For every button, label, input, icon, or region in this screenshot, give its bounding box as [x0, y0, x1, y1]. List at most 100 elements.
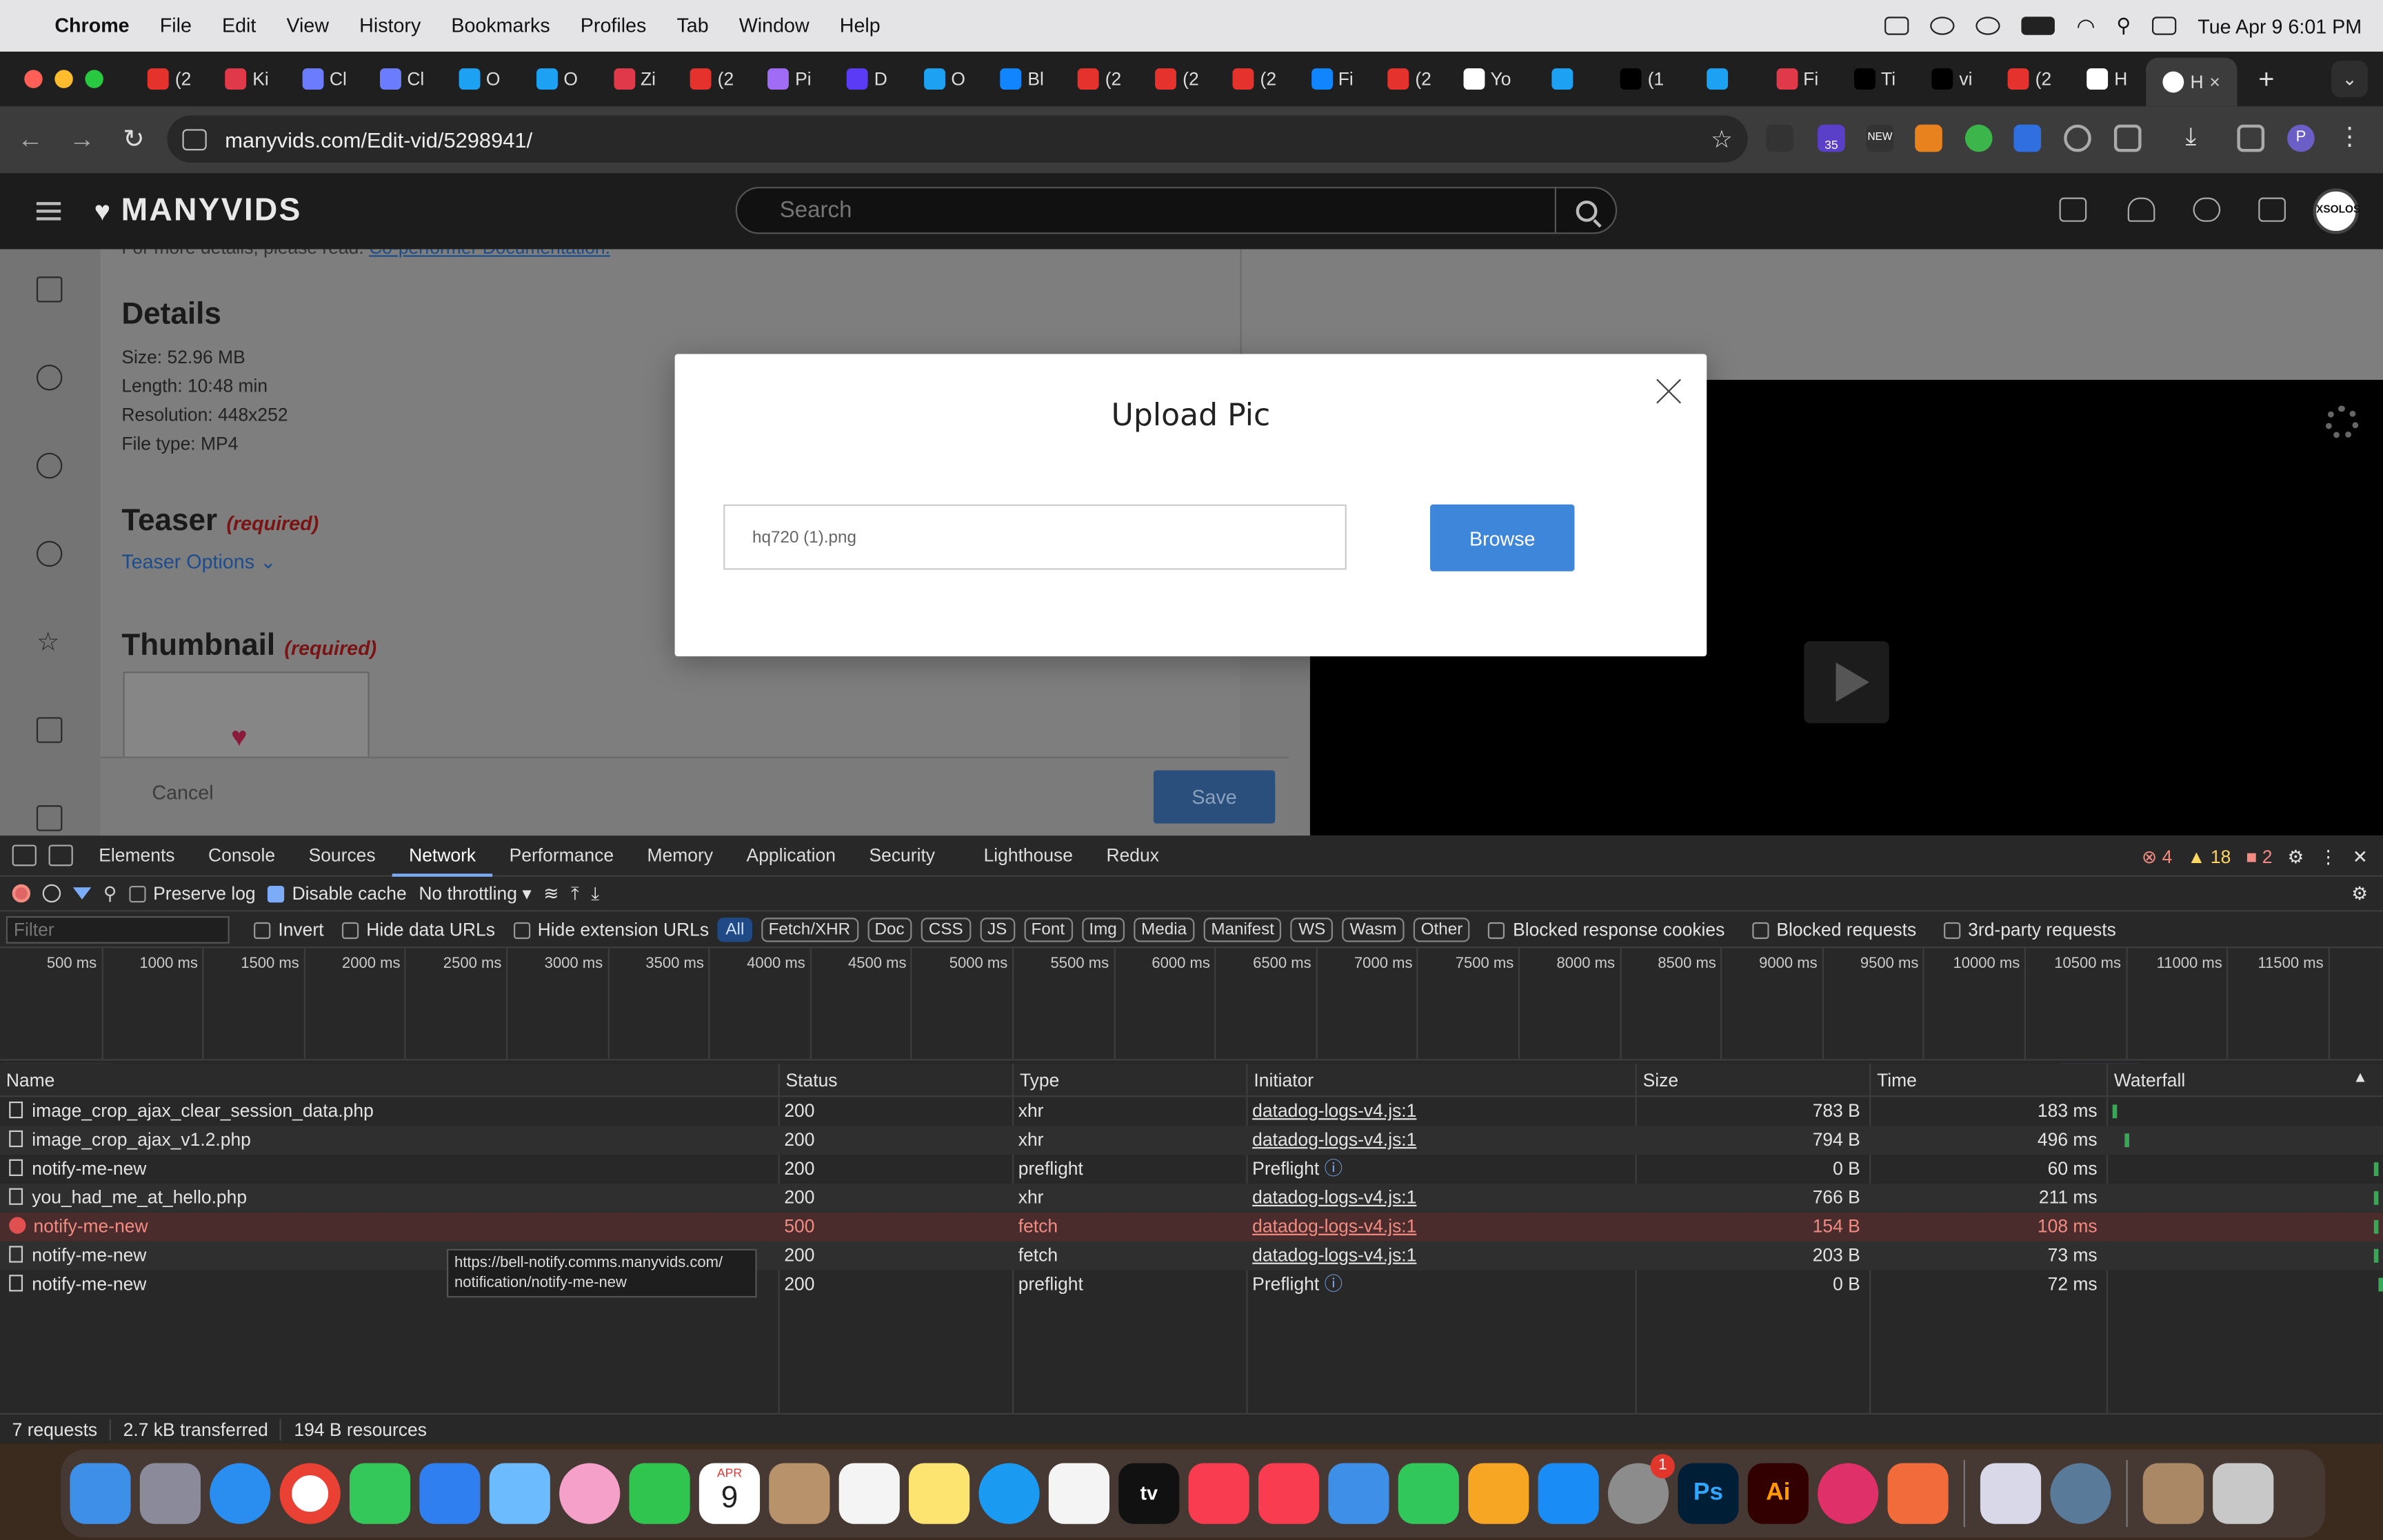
menubar-datetime[interactable]: Tue Apr 9 6:01 PM [2198, 14, 2362, 37]
extension-crown-icon[interactable] [1766, 124, 1793, 152]
type-filter-css[interactable]: CSS [921, 917, 971, 942]
error-count[interactable]: ⊗ 4 [2142, 846, 2172, 867]
browser-tab[interactable]: (2 [1216, 58, 1293, 101]
trophy-icon[interactable] [36, 805, 63, 831]
type-filter-js[interactable]: JS [979, 917, 1015, 942]
export-har-icon[interactable]: ⤓ [591, 882, 599, 904]
type-filter-media[interactable]: Media [1134, 917, 1195, 942]
menu-window[interactable]: Window [724, 0, 825, 52]
skype-icon[interactable] [978, 1463, 1040, 1524]
player-settings-gear-icon[interactable] [2325, 405, 2359, 439]
reload-icon[interactable]: ↻ [112, 125, 155, 155]
request-initiator[interactable]: datadog-logs-v4.js:1 [1246, 1213, 1632, 1242]
site-info-icon[interactable] [182, 128, 207, 150]
browser-tab[interactable]: (2 [131, 58, 208, 101]
browser-tab[interactable]: (2 [673, 58, 750, 101]
notification-bell-icon[interactable] [2127, 197, 2155, 222]
browser-tab[interactable]: O [441, 58, 518, 101]
keynote-icon[interactable] [1328, 1463, 1389, 1524]
warning-count[interactable]: ▲ 18 [2187, 846, 2231, 867]
type-filter-wasm[interactable]: Wasm [1342, 917, 1405, 942]
apple-tv-icon[interactable]: tv [1118, 1463, 1180, 1524]
browser-tab[interactable]: (2 [1060, 58, 1138, 101]
search-network-icon[interactable]: ⚲ [103, 883, 117, 904]
user-avatar[interactable]: XSOLOS [2313, 188, 2360, 234]
upload-video-icon[interactable] [2059, 197, 2087, 222]
preflight-info-icon[interactable]: ⓘ [1319, 1158, 1343, 1179]
earnings-icon[interactable] [36, 452, 63, 479]
menu-profiles[interactable]: Profiles [565, 0, 662, 52]
quicktime-icon[interactable] [2050, 1463, 2111, 1524]
type-filter-other[interactable]: Other [1413, 917, 1471, 942]
battery-icon[interactable] [2022, 17, 2055, 35]
browser-tab[interactable]: Cl [285, 58, 363, 101]
music-icon[interactable] [1188, 1463, 1249, 1524]
browser-tab[interactable]: vi [1913, 58, 1991, 101]
menu-view[interactable]: View [271, 0, 344, 52]
extension-target-icon[interactable] [2064, 124, 2091, 152]
browser-tab[interactable]: Fi [1758, 58, 1836, 101]
control-center-icon[interactable] [2152, 17, 2177, 35]
devtools-more-icon[interactable]: ⋮ [2319, 846, 2337, 867]
disable-cache-checkbox[interactable]: Disable cache [268, 883, 407, 904]
type-filter-ws[interactable]: WS [1291, 917, 1334, 942]
extension-badge-icon[interactable]: 35 [1818, 124, 1845, 152]
documentation-link[interactable]: Co-performer Documentation. [369, 249, 610, 258]
column-initiator[interactable]: Initiator [1246, 1063, 1635, 1097]
wifi-icon[interactable]: ◠ [2077, 13, 2095, 39]
devtools-settings-gear-icon[interactable]: ⚙ [2288, 846, 2304, 867]
search-button[interactable] [1554, 188, 1616, 233]
type-filter-doc[interactable]: Doc [867, 917, 912, 942]
browser-menu-icon[interactable]: ⋮ [2337, 125, 2365, 152]
extensions-puzzle-icon[interactable] [2113, 124, 2142, 152]
calendar-icon[interactable]: APR 9 [698, 1463, 761, 1524]
browser-tab[interactable]: Yo [1449, 58, 1526, 101]
finder-icon[interactable] [70, 1463, 131, 1524]
messages-icon[interactable] [2193, 197, 2221, 222]
clear-icon[interactable] [42, 884, 61, 903]
home-icon[interactable] [36, 276, 63, 303]
close-tab-icon[interactable]: × [2209, 72, 2220, 93]
numbers-icon[interactable] [1398, 1463, 1459, 1524]
reminders-icon[interactable] [838, 1463, 900, 1524]
network-settings-gear-icon[interactable]: ⚙ [2351, 883, 2368, 904]
cancel-button[interactable]: Cancel [152, 781, 213, 804]
type-filter-all[interactable]: All [718, 917, 752, 942]
devtools-tab-console[interactable]: Console [192, 835, 292, 876]
minimize-window-button[interactable] [54, 70, 73, 88]
teaser-options-link[interactable]: Teaser Options ⌄ [121, 550, 276, 574]
invert-checkbox[interactable]: Invert [254, 918, 324, 940]
chrome-icon[interactable] [279, 1463, 341, 1524]
maps-icon[interactable] [489, 1463, 550, 1524]
thumbnail-preview[interactable]: ♥ [123, 671, 370, 763]
third-party-checkbox[interactable]: 3rd-party requests [1943, 918, 2116, 940]
devtools-tab-redux[interactable]: Redux [1089, 835, 1176, 876]
menu-help[interactable]: Help [825, 0, 896, 52]
mail-icon[interactable] [419, 1463, 481, 1524]
request-row[interactable]: notify-me-new 200 preflight Preflight ⓘ 0 B 6… [0, 1155, 2383, 1184]
preserve-log-checkbox[interactable]: Preserve log [128, 883, 256, 904]
hamburger-menu-icon[interactable] [36, 202, 61, 221]
status-app-icon[interactable] [1884, 17, 1910, 35]
close-window-button[interactable] [24, 70, 43, 88]
launchpad-icon[interactable] [139, 1463, 201, 1524]
menu-history[interactable]: History [344, 0, 436, 52]
preflight-info-icon[interactable]: ⓘ [1319, 1273, 1343, 1295]
browser-tab[interactable]: Bl [983, 58, 1060, 101]
type-filter-img[interactable]: Img [1081, 917, 1125, 942]
column-size[interactable]: Size [1635, 1063, 1869, 1097]
devtools-tab-application[interactable]: Application [730, 835, 852, 876]
request-initiator[interactable]: datadog-logs-v4.js:1 [1246, 1242, 1632, 1270]
column-status[interactable]: Status [778, 1063, 1012, 1097]
blocked-requests-checkbox[interactable]: Blocked requests [1752, 918, 1916, 940]
throttling-select[interactable]: No throttling ▾ [419, 883, 531, 904]
column-name[interactable]: Name [0, 1064, 778, 1097]
facetime-icon[interactable] [629, 1463, 690, 1524]
record-icon[interactable] [12, 884, 31, 903]
address-bar[interactable]: manyvids.com/Edit-vid/5298941/ ☆ [167, 115, 1748, 163]
menu-file[interactable]: File [145, 0, 207, 52]
safari-icon[interactable] [210, 1463, 271, 1524]
type-filter-fetch-xhr[interactable]: Fetch/XHR [761, 917, 858, 942]
browser-tab[interactable]: H [2069, 58, 2146, 101]
cart-icon[interactable] [2258, 197, 2286, 222]
